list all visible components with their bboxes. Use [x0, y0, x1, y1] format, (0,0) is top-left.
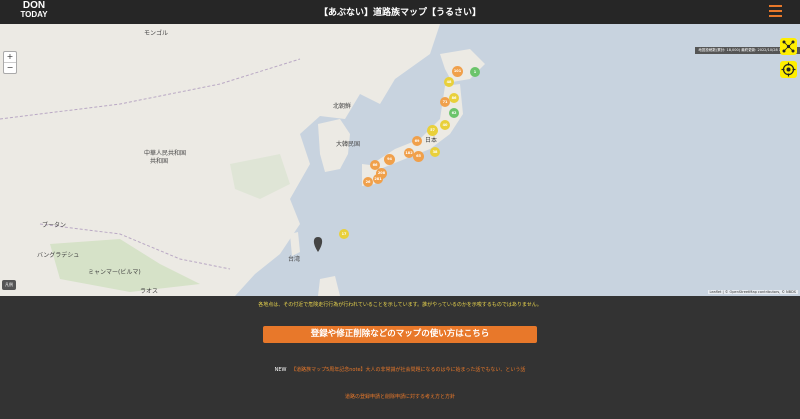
how-to-use-button[interactable]: 登録や修正削除などのマップの使い方はこちら: [263, 326, 537, 343]
map-cluster-marker[interactable]: 17: [339, 229, 349, 239]
map-view[interactable]: モンゴル 中華人民共和国 共和国 大韓民国 北朝鮮 日本 台湾 バングラデシュ …: [0, 24, 800, 296]
guideline-link[interactable]: 道路の登録申請と削除申請に対する考え方と方針: [0, 393, 800, 400]
map-cluster-marker[interactable]: 1: [470, 67, 480, 77]
top-bar: DON TODAY 【あぶない】道路族マップ【うるさい】: [0, 0, 800, 24]
map-label-mongolia: モンゴル: [144, 30, 169, 37]
map-cluster-marker[interactable]: 48: [444, 77, 454, 87]
map-label-bangladesh: バングラデシュ: [37, 252, 80, 259]
map-cluster-marker[interactable]: 65: [413, 151, 424, 162]
map-cluster-marker[interactable]: 38: [430, 147, 440, 157]
news-line: NEW 【道路族マップ5周年記念note】大人の非常識が社会問題になるのは今に始…: [0, 366, 800, 373]
map-label-bhutan: ブータン: [42, 222, 67, 229]
map-label-china-2: 共和国: [150, 158, 169, 165]
hamburger-menu-icon[interactable]: [769, 5, 782, 19]
map-label-laos: ラオス: [140, 288, 159, 295]
map-label-korea: 大韓民国: [336, 141, 361, 148]
map-attribution[interactable]: Leaflet | © OpenStreetMap contributors, …: [707, 290, 798, 294]
notice-text: 各地点は、その付近で危険走行行為が行われていることを示しています。誰がやっている…: [258, 302, 542, 308]
map-cluster-marker[interactable]: 281: [373, 174, 383, 184]
cluster-toggle-icon[interactable]: [780, 38, 797, 55]
map-cluster-marker[interactable]: 86: [449, 93, 459, 103]
map-cluster-marker[interactable]: 94: [384, 154, 395, 165]
page-title: 【あぶない】道路族マップ【うるさい】: [318, 8, 481, 18]
map-cluster-marker[interactable]: 62: [449, 108, 459, 118]
map-cluster-marker[interactable]: 182: [404, 148, 414, 158]
news-link[interactable]: 【道路族マップ5周年記念note】大人の非常識が社会問題になるのは今に始まった話…: [291, 367, 525, 373]
map-label-north-korea: 北朝鮮: [333, 103, 352, 110]
map-label-japan: 日本: [425, 137, 438, 144]
locate-me-icon[interactable]: [780, 61, 797, 78]
map-base: [0, 24, 800, 296]
map-label-taiwan: 台湾: [288, 256, 301, 263]
legend-button[interactable]: 凡例: [2, 280, 16, 290]
new-badge: NEW: [274, 367, 287, 373]
map-cluster-marker[interactable]: 101: [452, 66, 463, 77]
zoom-control: + −: [3, 51, 17, 74]
zoom-out-button[interactable]: −: [4, 63, 16, 73]
map-cluster-marker[interactable]: 57: [427, 125, 438, 136]
map-label-myanmar: ミャンマー(ビルマ): [88, 269, 141, 276]
map-cluster-marker[interactable]: 40: [440, 120, 450, 130]
map-cluster-marker[interactable]: 26: [363, 177, 373, 187]
zoom-in-button[interactable]: +: [4, 52, 16, 63]
map-cluster-marker[interactable]: 69: [412, 136, 422, 146]
